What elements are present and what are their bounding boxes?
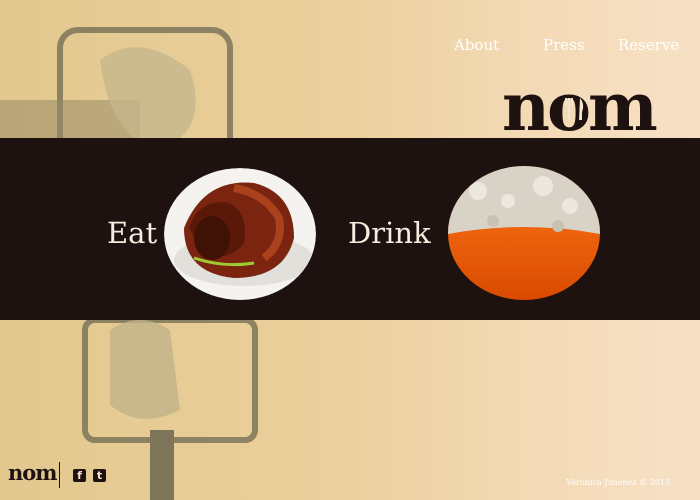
footer-divider	[59, 462, 60, 488]
copyright-credit: Veronica Jimenez © 2013	[566, 478, 670, 487]
nav-reserve-link[interactable]: Reserve	[618, 36, 679, 54]
eat-image[interactable]	[164, 168, 316, 300]
footer-logo-text: nom	[8, 460, 57, 485]
drink-image[interactable]	[448, 166, 600, 300]
footer-logo[interactable]: nom	[8, 460, 60, 488]
nav-about-link[interactable]: About	[454, 36, 499, 54]
eat-label[interactable]: Eat	[107, 216, 157, 250]
nav-press-link[interactable]: Press	[543, 36, 585, 54]
drink-label[interactable]: Drink	[348, 216, 431, 250]
facebook-icon[interactable]: f	[73, 469, 86, 482]
twitter-icon[interactable]: t	[93, 469, 106, 482]
top-nav: About Press Reserve	[0, 36, 700, 56]
brand-logo[interactable]: nom	[500, 78, 675, 142]
